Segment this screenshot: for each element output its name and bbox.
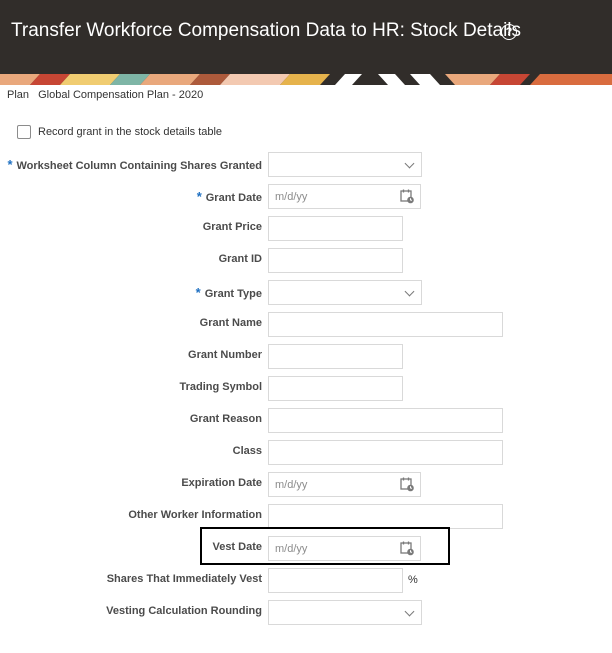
class-label: Class — [232, 445, 262, 457]
other-worker-info-label: Other Worker Information — [128, 509, 262, 521]
required-marker: * — [195, 285, 201, 300]
grant-type-label: * Grant Type — [195, 285, 262, 300]
plan-value: Global Compensation Plan - 2020 — [38, 89, 204, 101]
chevron-down-icon — [404, 286, 415, 297]
required-marker: * — [7, 157, 13, 172]
grant-reason-input[interactable] — [268, 408, 503, 433]
vest-date-label: Vest Date — [212, 541, 262, 553]
required-marker: * — [196, 189, 202, 204]
question-circle-icon[interactable]: ? — [501, 24, 517, 40]
other-worker-info-input[interactable] — [268, 504, 503, 529]
record-grant-row: Record grant in the stock details table — [17, 124, 222, 140]
worksheet-column-label: * Worksheet Column Containing Shares Gran… — [7, 157, 262, 172]
grant-id-label: Grant ID — [218, 253, 262, 265]
class-input[interactable] — [268, 440, 503, 465]
vesting-rounding-select[interactable] — [268, 600, 422, 625]
expiration-date-input[interactable]: m/d/yy — [268, 472, 421, 497]
grant-date-label: * Grant Date — [196, 189, 262, 204]
grant-date-input[interactable]: m/d/yy — [268, 184, 421, 209]
decorative-banner — [0, 74, 612, 85]
grant-reason-label: Grant Reason — [189, 413, 262, 425]
plan-label: Plan — [7, 89, 30, 101]
expiration-date-placeholder: m/d/yy — [275, 479, 308, 491]
vest-date-input[interactable]: m/d/yy — [268, 536, 421, 561]
calendar-icon[interactable] — [400, 477, 414, 492]
grant-number-input[interactable] — [268, 344, 403, 369]
trading-symbol-input[interactable] — [268, 376, 403, 401]
grant-price-label: Grant Price — [202, 221, 262, 233]
expiration-date-label: Expiration Date — [181, 477, 262, 489]
trading-symbol-label: Trading Symbol — [179, 381, 262, 393]
percent-suffix: % — [408, 574, 418, 586]
vest-date-placeholder: m/d/yy — [275, 543, 308, 555]
grant-number-label: Grant Number — [188, 349, 262, 361]
grant-name-input[interactable] — [268, 312, 503, 337]
grant-price-input[interactable] — [268, 216, 403, 241]
vesting-rounding-label: Vesting Calculation Rounding — [106, 605, 262, 617]
record-grant-checkbox[interactable] — [17, 125, 31, 139]
grant-date-placeholder: m/d/yy — [275, 191, 308, 203]
worksheet-column-select[interactable] — [268, 152, 422, 177]
grant-name-label: Grant Name — [199, 317, 262, 329]
shares-immediately-vest-input[interactable] — [268, 568, 403, 593]
plan-line: Plan Global Compensation Plan - 2020 — [7, 89, 203, 101]
grant-type-select[interactable] — [268, 280, 422, 305]
calendar-icon[interactable] — [400, 189, 414, 204]
calendar-icon[interactable] — [400, 541, 414, 556]
chevron-down-icon — [404, 606, 415, 617]
page-header: Transfer Workforce Compensation Data to … — [0, 0, 612, 74]
record-grant-label: Record grant in the stock details table — [38, 126, 223, 138]
page-title: Transfer Workforce Compensation Data to … — [11, 20, 522, 41]
grant-id-input[interactable] — [268, 248, 403, 273]
chevron-down-icon — [404, 158, 415, 169]
shares-immediately-vest-label: Shares That Immediately Vest — [106, 573, 262, 585]
